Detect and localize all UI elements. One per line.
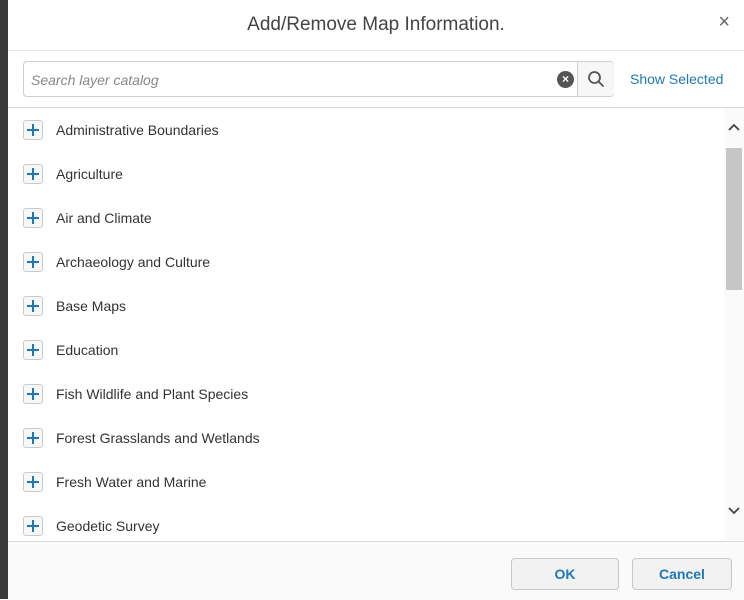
close-icon[interactable]: × — [718, 12, 730, 32]
list-item: Archaeology and Culture — [8, 240, 724, 284]
dialog-title: Add/Remove Map Information. — [247, 14, 505, 35]
list-item: Geodetic Survey — [8, 504, 724, 540]
clear-circle-icon[interactable]: × — [557, 71, 574, 88]
chevron-up-icon[interactable] — [724, 120, 744, 134]
list-item: Forest Grasslands and Wetlands — [8, 416, 724, 460]
dialog-footer: OK Cancel — [8, 541, 744, 600]
layer-label[interactable]: Administrative Boundaries — [56, 122, 219, 138]
layer-label[interactable]: Education — [56, 342, 118, 358]
layer-catalog-list: Administrative Boundaries Agriculture Ai… — [8, 108, 744, 540]
list-item: Administrative Boundaries — [8, 108, 724, 152]
layer-label[interactable]: Air and Climate — [56, 210, 152, 226]
list-item: Education — [8, 328, 724, 372]
plus-icon[interactable] — [23, 252, 43, 272]
plus-icon[interactable] — [23, 208, 43, 228]
magnifier-icon — [588, 71, 604, 87]
plus-icon[interactable] — [23, 472, 43, 492]
dialog-header: Add/Remove Map Information. × — [8, 0, 744, 51]
list-item: Fish Wildlife and Plant Species — [8, 372, 724, 416]
plus-icon[interactable] — [23, 516, 43, 536]
list-item: Fresh Water and Marine — [8, 460, 724, 504]
add-remove-map-information-dialog: Add/Remove Map Information. × × Show Sel… — [8, 0, 744, 600]
plus-icon[interactable] — [23, 120, 43, 140]
show-selected-link[interactable]: Show Selected — [630, 71, 723, 87]
search-box: × — [23, 61, 614, 97]
layer-label[interactable]: Fish Wildlife and Plant Species — [56, 386, 248, 402]
layer-label[interactable]: Base Maps — [56, 298, 126, 314]
cancel-button[interactable]: Cancel — [632, 558, 732, 590]
plus-icon[interactable] — [23, 384, 43, 404]
list-item: Air and Climate — [8, 196, 724, 240]
layer-label[interactable]: Fresh Water and Marine — [56, 474, 206, 490]
window-edge — [0, 0, 8, 599]
chevron-down-icon[interactable] — [724, 504, 744, 518]
plus-icon[interactable] — [23, 296, 43, 316]
list-item: Agriculture — [8, 152, 724, 196]
list-scrollbar[interactable] — [724, 108, 744, 540]
search-row: × Show Selected — [8, 51, 744, 108]
layer-label[interactable]: Geodetic Survey — [56, 518, 160, 534]
layer-label[interactable]: Archaeology and Culture — [56, 254, 210, 270]
plus-icon[interactable] — [23, 164, 43, 184]
list-item: Base Maps — [8, 284, 724, 328]
search-button[interactable] — [577, 62, 614, 96]
plus-icon[interactable] — [23, 340, 43, 360]
layer-label[interactable]: Forest Grasslands and Wetlands — [56, 430, 260, 446]
plus-icon[interactable] — [23, 428, 43, 448]
layer-label[interactable]: Agriculture — [56, 166, 123, 182]
ok-button[interactable]: OK — [511, 558, 619, 590]
search-input[interactable] — [29, 65, 548, 95]
scrollbar-thumb[interactable] — [726, 148, 742, 290]
